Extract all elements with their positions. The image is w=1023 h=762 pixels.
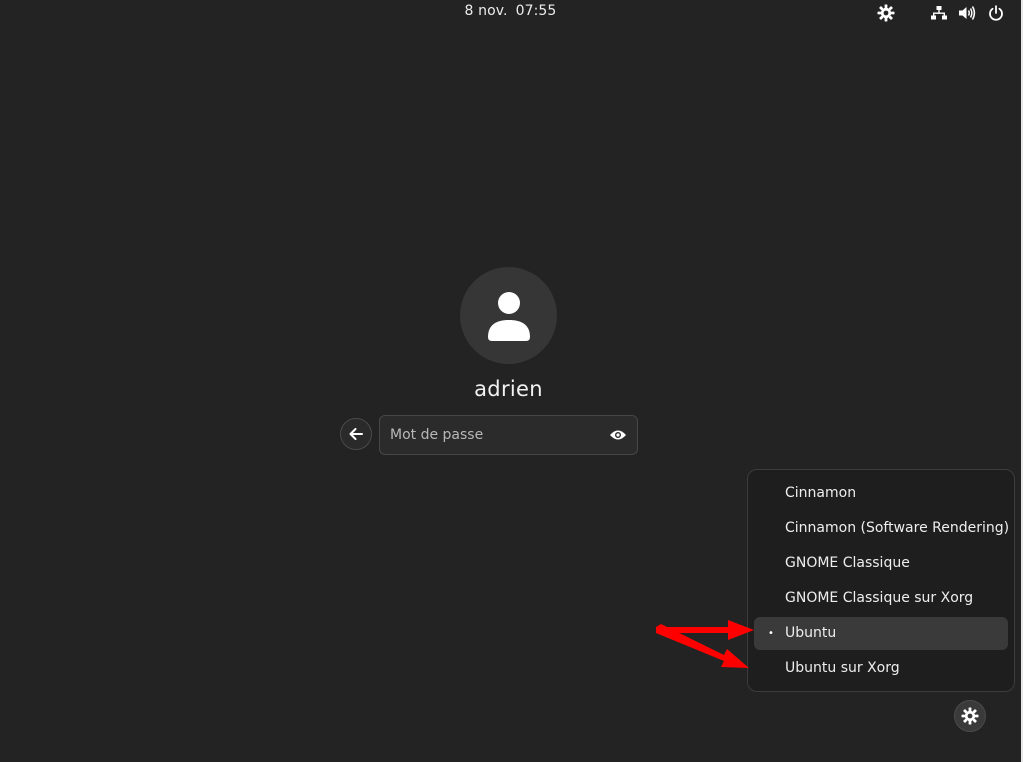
clock-date: 8 nov. bbox=[464, 3, 508, 19]
session-item-cinnamon[interactable]: Cinnamon bbox=[754, 477, 1008, 510]
selected-bullet: • bbox=[768, 628, 774, 639]
power-icon[interactable] bbox=[986, 3, 1006, 23]
session-menu: Cinnamon Cinnamon (Software Rendering) G… bbox=[747, 469, 1015, 692]
password-input[interactable] bbox=[380, 416, 600, 454]
session-item-gnome-classique-xorg[interactable]: GNOME Classique sur Xorg bbox=[754, 582, 1008, 615]
top-bar: 8 nov. 07:55 bbox=[0, 0, 1021, 26]
session-item-ubuntu[interactable]: • Ubuntu bbox=[754, 617, 1008, 650]
session-item-label: Cinnamon bbox=[785, 485, 857, 501]
session-item-label: GNOME Classique bbox=[785, 555, 910, 571]
red-arrow-icon bbox=[656, 620, 754, 668]
user-avatar-icon bbox=[487, 291, 530, 341]
accessibility-icon[interactable] bbox=[876, 3, 896, 23]
login-screen: 8 nov. 07:55 adrien Cinnamon Cinnamon (S… bbox=[0, 0, 1023, 762]
username-label: adrien bbox=[474, 377, 543, 401]
session-item-ubuntu-xorg[interactable]: Ubuntu sur Xorg bbox=[754, 652, 1008, 685]
volume-icon[interactable] bbox=[957, 3, 977, 23]
clock-time: 07:55 bbox=[515, 3, 557, 19]
arrow-left-icon bbox=[349, 428, 363, 440]
session-item-label: Ubuntu bbox=[785, 625, 837, 641]
session-item-gnome-classique[interactable]: GNOME Classique bbox=[754, 547, 1008, 580]
session-item-label: Ubuntu sur Xorg bbox=[785, 660, 900, 676]
show-password-button[interactable] bbox=[609, 426, 627, 444]
network-icon[interactable] bbox=[929, 3, 949, 23]
back-button[interactable] bbox=[340, 418, 372, 450]
user-avatar bbox=[460, 267, 557, 364]
eye-icon bbox=[610, 430, 626, 440]
session-item-label: Cinnamon (Software Rendering) bbox=[785, 520, 1010, 536]
clock[interactable]: 8 nov. 07:55 bbox=[0, 3, 1021, 19]
session-selector-button[interactable] bbox=[954, 700, 986, 732]
gear-icon bbox=[961, 707, 979, 725]
password-field[interactable] bbox=[379, 415, 638, 455]
session-item-cinnamon-software-rendering[interactable]: Cinnamon (Software Rendering) bbox=[754, 512, 1010, 545]
session-item-label: GNOME Classique sur Xorg bbox=[785, 590, 974, 606]
